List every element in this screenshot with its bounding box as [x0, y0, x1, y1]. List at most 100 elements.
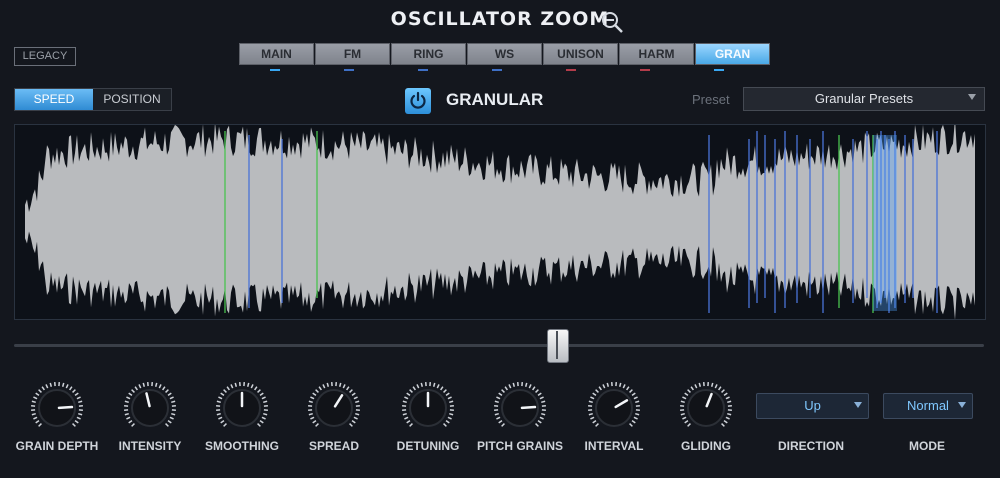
window-title: OSCILLATOR ZOOM — [390, 8, 610, 30]
tab-harm[interactable]: HARM — [619, 43, 694, 65]
knob-tick — [409, 423, 413, 427]
knob-tick — [592, 392, 597, 396]
scan-position-slider-thumb[interactable] — [547, 329, 570, 363]
knob-tick — [725, 396, 730, 400]
knob-tick — [312, 420, 317, 424]
knob-detuning[interactable] — [391, 381, 465, 441]
grain-cluster-band — [873, 135, 897, 311]
position-button[interactable]: POSITION — [93, 89, 171, 110]
preset-dropdown[interactable]: Granular Presets — [743, 87, 985, 111]
knob-tick — [223, 389, 227, 393]
knob-tick — [682, 396, 687, 400]
knob-tick — [308, 400, 313, 404]
knob-tick — [727, 400, 732, 404]
knob-tick — [432, 382, 436, 387]
knob-tick — [494, 400, 499, 404]
tab-main[interactable]: MAIN — [239, 43, 314, 65]
knob-tick — [138, 384, 142, 389]
knob-tick — [406, 420, 411, 424]
knob-spread[interactable] — [297, 381, 371, 441]
tab-unison[interactable]: UNISON — [543, 43, 618, 65]
granular-power-button[interactable] — [405, 88, 431, 114]
knob-gliding[interactable] — [669, 381, 743, 441]
knob-body — [687, 389, 725, 427]
knob-tick — [259, 392, 264, 396]
knob-tick — [404, 396, 409, 400]
knob-tick — [629, 423, 633, 427]
knob-tick — [687, 423, 691, 427]
knob-tick — [216, 400, 221, 404]
knob-tick — [602, 384, 606, 389]
knob-tick — [355, 400, 360, 404]
knob-tick — [512, 382, 516, 387]
knob-tick — [680, 412, 685, 416]
mode-label: MODE — [909, 439, 945, 453]
knob-tick — [38, 423, 42, 427]
knob-tick — [349, 423, 353, 427]
knob-tick — [38, 389, 42, 393]
knob-tick — [590, 416, 595, 420]
knob-tick — [445, 420, 450, 424]
zoom-out-icon[interactable] — [600, 10, 624, 34]
knob-smoothing[interactable] — [205, 381, 279, 441]
tab-indicator-fm — [344, 69, 354, 71]
scan-position-slider-track[interactable] — [14, 344, 984, 347]
direction-dropdown[interactable]: Up — [756, 393, 869, 419]
knob-tick — [694, 384, 698, 389]
knob-graphic — [588, 382, 640, 427]
knob-tick — [76, 416, 81, 420]
knob-tick — [167, 420, 172, 424]
knob-tick — [338, 382, 342, 387]
knob-tick — [254, 386, 258, 391]
tab-ws[interactable]: WS — [467, 43, 542, 65]
knob-tick — [496, 396, 501, 400]
knob-graphic — [216, 382, 268, 427]
knob-tick — [154, 382, 158, 387]
direction-label: DIRECTION — [778, 439, 844, 453]
tab-fm[interactable]: FM — [315, 43, 390, 65]
knob-tick — [412, 386, 416, 391]
knob-tick — [226, 386, 230, 391]
knob-tick — [727, 412, 732, 416]
knob-intensity[interactable] — [113, 381, 187, 441]
speed-button[interactable]: SPEED — [15, 89, 93, 110]
tab-indicator-gran — [714, 69, 724, 71]
knob-tick — [631, 420, 636, 424]
knob-tick — [501, 389, 505, 393]
knob-tick — [498, 392, 503, 396]
tab-indicator-ring — [418, 69, 428, 71]
knob-graphic — [402, 382, 454, 427]
tab-gran[interactable]: GRAN — [695, 43, 770, 65]
knob-tick — [41, 386, 45, 391]
tab-ring[interactable]: RING — [391, 43, 466, 65]
knob-tick — [635, 400, 640, 404]
knob-tick — [131, 389, 135, 393]
knob-interval[interactable] — [577, 381, 651, 441]
knob-tick — [498, 420, 503, 424]
knob-graphic — [680, 382, 732, 427]
knob-pitch-grains[interactable] — [483, 381, 557, 441]
knob-tick — [723, 420, 728, 424]
knob-tick — [710, 382, 714, 387]
knob-tick — [406, 392, 411, 396]
knob-tick — [535, 389, 539, 393]
knob-tick — [72, 389, 76, 393]
knob-tick — [158, 384, 162, 389]
legacy-button[interactable]: LEGACY — [14, 47, 76, 66]
knob-tick — [74, 420, 79, 424]
granular-waveform[interactable] — [14, 124, 986, 320]
knob-tick — [124, 412, 129, 416]
knob-tick — [353, 396, 358, 400]
knob-tick — [718, 386, 722, 391]
knob-tick — [539, 396, 544, 400]
knob-tick — [326, 382, 330, 387]
knob-tick — [618, 382, 622, 387]
knob-tick — [351, 420, 356, 424]
knob-tick — [440, 386, 444, 391]
knob-pointer — [520, 405, 537, 410]
knob-grain-depth[interactable] — [20, 381, 94, 441]
knob-tick — [310, 416, 315, 420]
knob-tick — [45, 384, 49, 389]
knob-tick — [541, 412, 546, 416]
knob-tick — [72, 423, 76, 427]
